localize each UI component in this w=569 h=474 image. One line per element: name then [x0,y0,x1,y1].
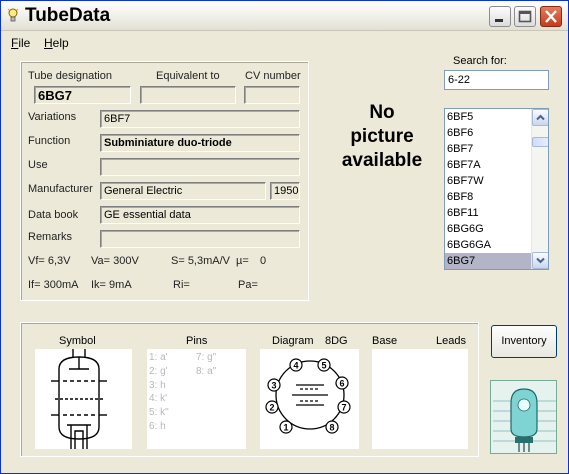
scroll-thumb[interactable] [532,137,548,147]
menu-bar: File Help [1,34,568,53]
pin-number: 2 [269,403,274,413]
function-field[interactable]: Subminiature duo-triode [100,134,300,152]
variations-label: Variations [28,111,77,123]
equivalent-label: Equivalent to [156,70,220,82]
param-if: If= 300mA [28,279,79,291]
chevron-down-icon [536,257,545,264]
pin-number: 5 [321,361,326,371]
use-field[interactable] [100,158,300,176]
param-mu: µ= [236,255,249,267]
minimize-button[interactable] [489,6,511,27]
cv-number-label: CV number [245,70,301,82]
use-label: Use [28,159,48,171]
equivalent-field[interactable] [140,86,236,104]
manufacturer-label: Manufacturer [28,183,93,195]
title-bar[interactable]: TubeData [1,1,568,31]
tube-logo-icon [491,381,556,453]
year-field[interactable]: 1950 [270,182,300,200]
menu-help[interactable]: Help [44,36,69,50]
param-pa: Pa= [238,279,258,291]
remarks-label: Remarks [28,231,73,243]
param-mu-value: 0 [260,255,267,267]
param-ik: Ik= 9mA [91,279,132,291]
pin-number: 4 [293,361,298,371]
pins-list-left: 1: a' 2: g' 3: h 4: k' 5: k" 6: h [149,352,169,432]
diagram-header: Diagram [272,335,314,347]
maximize-icon [518,10,532,23]
param-ri: Ri= [173,279,190,291]
pins-list-right: 7: g" 8: a" [196,352,217,377]
param-vf: Vf= 6,3V [28,255,71,267]
scroll-up-button[interactable] [532,109,548,126]
databook-field[interactable]: GE essential data [100,206,300,224]
no-picture-message: No picture available [341,102,423,171]
close-button[interactable] [540,6,562,27]
cv-number-field[interactable] [244,86,300,104]
diagram-panel: 12 3 4 5 6 78 [260,349,359,449]
variations-field[interactable]: 6BF7 [100,110,300,128]
symbol-header: Symbol [59,335,96,347]
tube-symbol-image [51,349,107,449]
lightbulb-icon [7,8,19,22]
databook-label: Data book [28,209,79,221]
app-logo [490,380,557,454]
pin-number: 3 [271,381,276,391]
remarks-field[interactable] [100,230,300,248]
base-header: Base [372,335,398,347]
list-scrollbar[interactable] [531,109,548,269]
close-icon [545,10,557,23]
tube-listbox[interactable]: 6BF5 6BF6 6BF7 6BF7A 6BF7W 6BF8 6BF11 6BG6G 6BG6… [444,108,549,270]
designation-field[interactable]: 6BG7 [34,86,131,104]
diagram-code: 8DG [325,335,348,347]
inventory-button[interactable]: Inventory [491,325,557,358]
scroll-down-button[interactable] [532,252,548,269]
pin-number: 8 [329,423,334,433]
pinout-diagram-image: 12 3 4 5 6 78 [265,358,351,434]
menu-file[interactable]: File [11,36,30,50]
pin-number: 1 [283,423,288,433]
leads-header: Leads [436,335,466,347]
pins-header: Pins [186,335,208,347]
app-window: TubeData File Help Tube designation Equi… [0,0,569,474]
pin-number: 7 [341,403,346,413]
function-label: Function [28,135,71,147]
base-panel [372,349,468,449]
window-title: TubeData [25,5,111,26]
minimize-icon [495,19,503,22]
param-va: Va= 300V [91,255,139,267]
maximize-button[interactable] [514,6,536,27]
designation-label: Tube designation [28,70,112,82]
manufacturer-field[interactable]: General Electric [100,182,266,200]
search-input[interactable] [444,70,549,90]
chevron-up-icon [536,114,545,121]
search-label: Search for: [453,55,507,67]
symbol-panel [35,349,132,449]
param-s: S= 5,3mA/V [171,255,231,267]
pin-number: 6 [339,379,344,389]
